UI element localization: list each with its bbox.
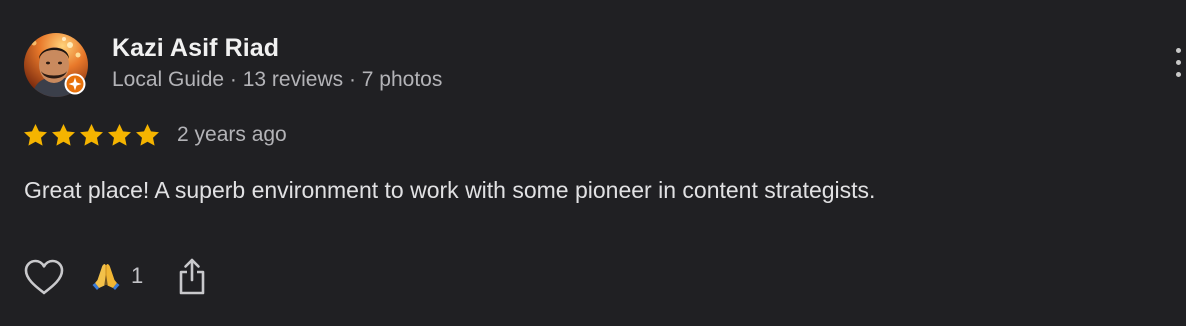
reaction-button[interactable]: 1 xyxy=(90,260,143,292)
rating-row: 2 years ago xyxy=(22,119,287,151)
like-button[interactable] xyxy=(22,257,66,297)
folded-hands-emoji xyxy=(92,264,120,290)
review-card: Kazi Asif Riad Local Guide · 13 reviews … xyxy=(0,0,1186,326)
share-button[interactable] xyxy=(176,256,208,296)
review-date: 2 years ago xyxy=(177,123,287,146)
reaction-count: 1 xyxy=(131,263,144,288)
reviewer-avatar xyxy=(24,33,88,97)
reviewer-meta: Local Guide · 13 reviews · 7 photos xyxy=(112,68,443,91)
star-rating xyxy=(22,121,161,149)
star-icon xyxy=(80,123,103,146)
review-text: Great place! A superb environment to wor… xyxy=(24,177,876,203)
star-icon xyxy=(52,123,75,146)
local-guide-badge-icon xyxy=(64,73,86,95)
heart-outline-icon xyxy=(24,259,64,295)
star-icon xyxy=(136,123,159,146)
reviewer-name[interactable]: Kazi Asif Riad xyxy=(112,34,279,63)
share-icon xyxy=(179,258,205,295)
star-icon xyxy=(108,123,131,146)
star-icon xyxy=(24,123,47,146)
more-options-icon[interactable] xyxy=(1172,46,1186,80)
